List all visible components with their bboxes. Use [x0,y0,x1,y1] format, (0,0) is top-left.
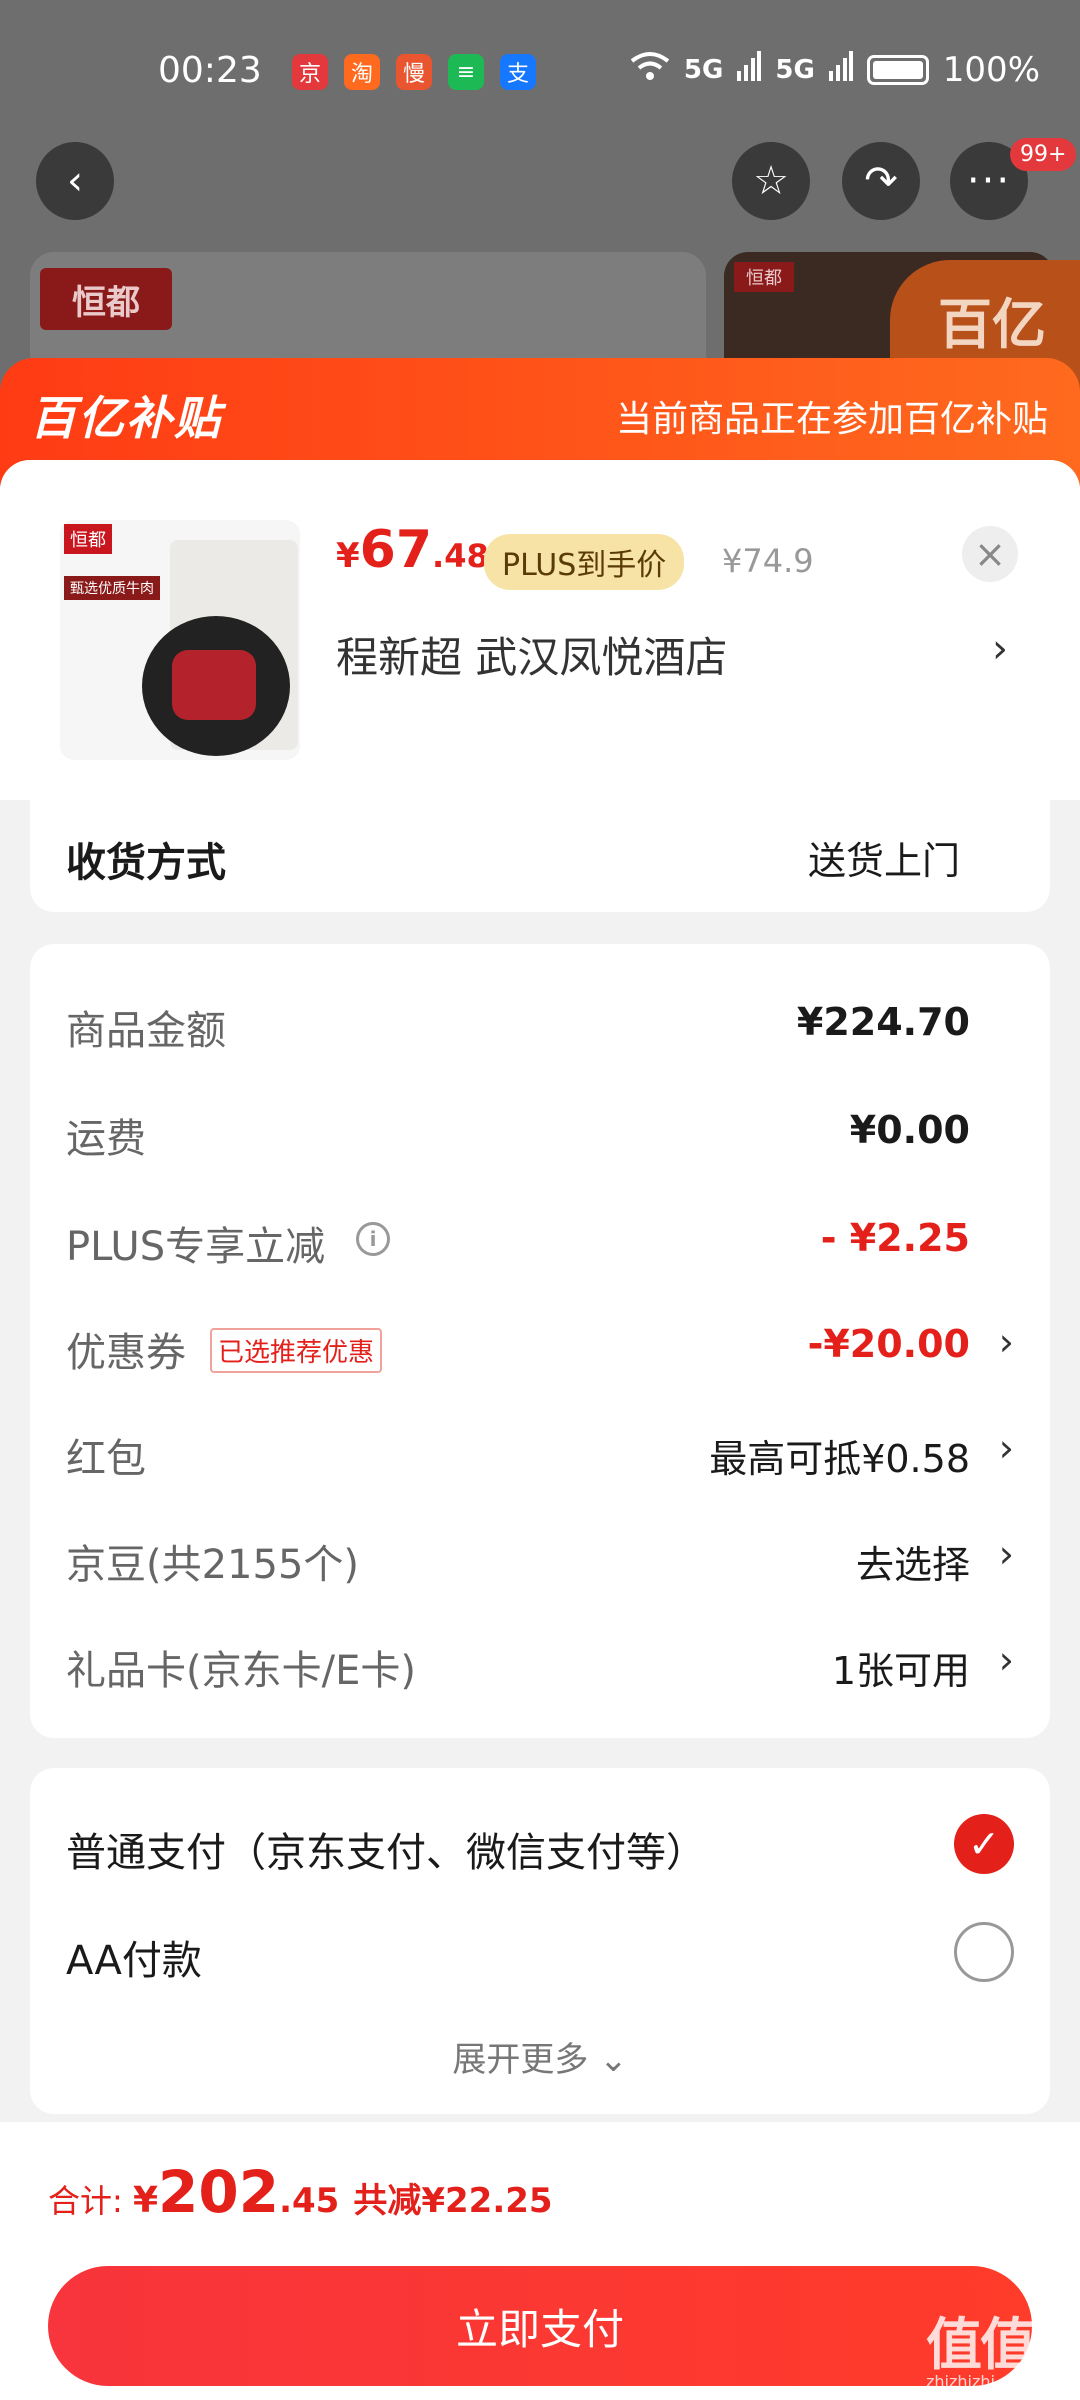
status-right: 5G 5G 100% [630,50,1040,90]
background-brand-logo-right: 恒都 [734,262,794,292]
jd-app-icon: 京 [292,54,328,90]
price-integer: 67 [359,520,433,580]
coupon-recommended-chip: 已选推荐优惠 [210,1328,383,1373]
back-button[interactable]: ‹ [36,142,114,220]
coupon-label: 优惠券 [66,1330,186,1376]
plus-discount-label: PLUS专享立减 [66,1224,326,1270]
background-brand-logo: 恒都 [40,268,172,330]
cost-breakdown-card: 商品金额 ¥224.70 运费 ¥0.00 PLUS专享立减 i - ¥2.25… [30,944,1050,1738]
more-badge: 99+ [1010,138,1077,171]
chevron-right-icon[interactable]: › [992,626,1008,672]
signal-bars-icon-2 [828,50,853,90]
coupon-value[interactable]: -¥20.00 [808,1322,970,1366]
price-decimal: .48 [432,537,489,575]
total-saved: 共减¥22.25 [353,2181,553,2221]
delivery-method-value: 送货上门 [807,839,960,883]
gift-card-label: 礼品卡(京东卡/E卡) [66,1648,416,1694]
product-meat [172,650,256,720]
subsidy-brand: 百亿补贴 [30,391,222,445]
info-icon[interactable]: i [356,1222,390,1256]
product-price: ¥67.48 [336,520,489,580]
share-button[interactable]: ↷ [842,142,920,220]
total-integer: 202 [158,2158,280,2226]
signal-bars-icon-1 [737,50,762,90]
delivery-method-card[interactable]: 收货方式 送货上门 [30,796,1050,912]
product-image-tag: 甄选优质牛肉 [64,576,160,600]
original-price: ¥74.9 [722,542,814,580]
taobao-icon: 淘 [344,54,380,90]
expand-more-button[interactable]: 展开更多 ⌄ [30,2032,1050,2081]
jingdou-value[interactable]: 去选择 [856,1534,970,1589]
red-packet-value[interactable]: 最高可抵¥0.58 [709,1428,970,1483]
total-label: 合计: [48,2182,133,2220]
wifi-icon [630,50,670,90]
product-image-logo: 恒都 [64,524,112,554]
battery-icon [866,55,929,85]
watermark-url: zhizhizhi.com [926,2372,1035,2391]
payment-method-card: 普通支付（京东支付、微信支付等） ✓ AA付款 展开更多 ⌄ [30,1768,1050,2114]
plus-discount-value: - ¥2.25 [820,1216,970,1260]
goods-amount-label: 商品金额 [66,1008,226,1054]
chevron-right-icon[interactable]: › [999,1638,1014,1682]
plus-price-badge: PLUS到手价 [484,534,685,590]
subsidy-note: 当前商品正在参加百亿补贴 [615,399,1048,440]
close-button[interactable]: × [962,526,1018,582]
aa-payment-label[interactable]: AA付款 [66,1928,202,1986]
normal-payment-label[interactable]: 普通支付（京东支付、微信支付等） [66,1820,706,1878]
shipping-value: ¥0.00 [849,1108,970,1152]
order-total: 合计: ¥202.45 共减¥22.25 [48,2158,553,2226]
gift-card-value[interactable]: 1张可用 [832,1640,970,1695]
status-time: 00:23 [158,50,262,91]
status-bar: 00:23 京 淘 慢 ≡ 支 5G 5G 100% [0,0,1080,140]
red-packet-label: 红包 [66,1436,146,1482]
manman-icon: 慢 [396,54,432,90]
notification-icons: 京 淘 慢 ≡ 支 [292,54,536,90]
normal-payment-radio[interactable]: ✓ [954,1814,1014,1874]
chevron-right-icon[interactable]: › [999,1426,1014,1470]
pay-now-button[interactable]: 立即支付 [48,2266,1032,2386]
chevron-right-icon[interactable]: › [999,1532,1014,1576]
goods-amount-value: ¥224.70 [796,1000,970,1044]
delivery-method-label: 收货方式 [66,840,226,886]
product-image: 恒都 甄选优质牛肉 [60,520,300,760]
aa-payment-radio[interactable] [954,1922,1014,1982]
battery-percent: 100% [942,50,1040,90]
total-currency: ¥ [132,2180,159,2221]
shipping-label: 运费 [66,1116,146,1162]
favorite-button[interactable]: ☆ [732,142,810,220]
signal-icon-1: 5G [683,55,724,85]
total-decimal: .45 [279,2181,340,2221]
jingdou-label: 京豆(共2155个) [66,1542,360,1588]
chevron-right-icon[interactable]: › [999,1320,1014,1364]
price-currency: ¥ [336,536,360,576]
alipay-icon: 支 [500,54,536,90]
spotify-icon: ≡ [448,54,484,90]
signal-icon-2: 5G [775,55,815,85]
delivery-address[interactable]: 程新超 武汉凤悦酒店 [336,624,727,685]
